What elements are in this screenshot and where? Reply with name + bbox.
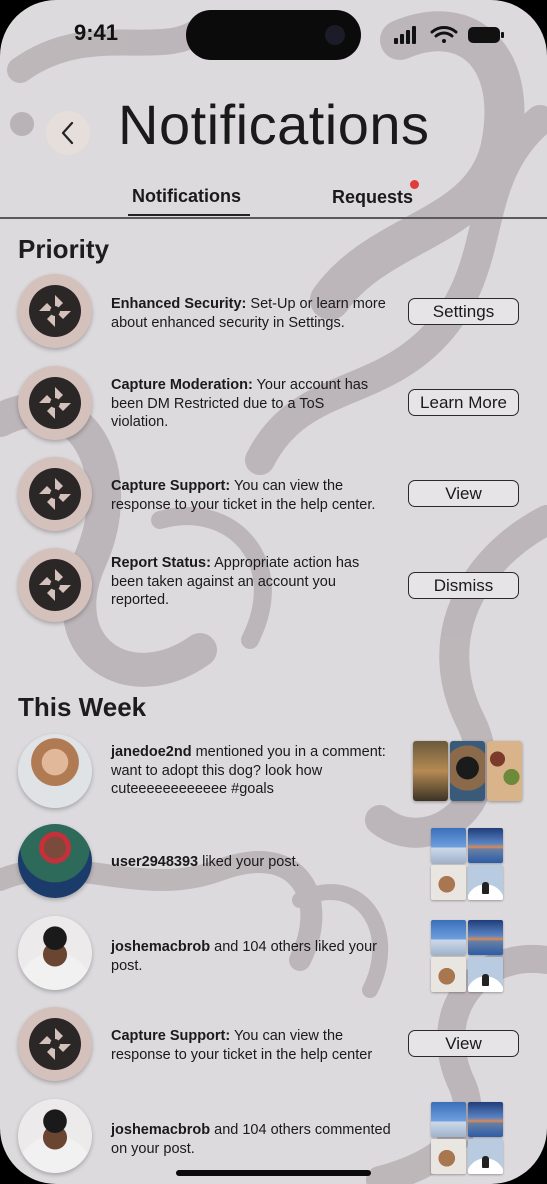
notification-title: Enhanced Security: [111,296,247,312]
notification-text: Capture Support: You can view the respon… [111,477,401,514]
aperture-avatar[interactable] [18,274,92,348]
user-avatar-janedoe2nd[interactable] [18,734,92,808]
notification-text: Capture Support: You can view the respon… [111,1027,401,1064]
notification-text: Report Status: Appropriate action has be… [111,554,381,610]
battery-icon [468,27,504,43]
content-layer: 9:41 Notifications Notifications Request… [0,0,547,1184]
post-thumb[interactable] [431,865,466,900]
cellular-signal-icon [394,26,416,44]
requests-badge-dot [410,180,419,189]
camera-aperture-icon [29,377,81,429]
header-divider [0,217,547,219]
post-thumb[interactable] [431,1102,466,1137]
camera-aperture-icon [29,559,81,611]
user-avatar-user2948393[interactable] [18,824,92,898]
phone-screen: 9:41 Notifications Notifications Request… [0,0,547,1184]
tab-notifications[interactable]: Notifications [132,186,241,207]
settings-button[interactable]: Settings [408,298,519,325]
dynamic-island [186,10,361,60]
notification-title: Capture Support: [111,1028,231,1044]
username: joshemacbrob [111,939,211,955]
post-thumb-food[interactable] [487,741,522,801]
camera-dot [325,25,345,45]
camera-aperture-icon [29,1018,81,1070]
page-title: Notifications [118,93,430,156]
username: janedoe2nd [111,744,192,760]
user-avatar-joshemacbrob[interactable] [18,916,92,990]
post-thumb[interactable] [468,1102,503,1137]
post-thumb[interactable] [468,865,503,900]
post-thumb[interactable] [431,920,466,955]
notification-body: liked your post. [198,854,300,870]
camera-aperture-icon [29,285,81,337]
post-thumb-forest[interactable] [413,741,448,801]
post-thumb[interactable] [431,957,466,992]
learn-more-button[interactable]: Learn More [408,389,519,416]
aperture-avatar[interactable] [18,1007,92,1081]
back-button[interactable] [46,111,90,155]
post-thumb[interactable] [468,828,503,863]
chevron-left-icon [61,121,74,145]
notification-text: Capture Moderation: Your account has bee… [111,376,381,432]
notification-text: joshemacbrob and 104 others liked your p… [111,938,403,975]
dismiss-button[interactable]: Dismiss [408,572,519,599]
post-thumb[interactable] [468,920,503,955]
user-avatar-joshemacbrob[interactable] [18,1099,92,1173]
home-indicator[interactable] [176,1170,371,1176]
status-time: 9:41 [74,20,119,45]
aperture-avatar[interactable] [18,457,92,531]
section-title-this-week: This Week [18,692,147,722]
camera-aperture-icon [29,468,81,520]
notification-text: user2948393 liked your post. [111,853,403,872]
notification-title: Report Status: [111,555,211,571]
username: user2948393 [111,854,199,870]
notification-text: Enhanced Security: Set-Up or learn more … [111,295,399,332]
post-thumb[interactable] [431,828,466,863]
notification-text: joshemacbrob and 104 others commented on… [111,1121,403,1158]
status-icons [394,26,504,44]
aperture-avatar[interactable] [18,366,92,440]
post-thumbnails[interactable] [413,741,523,801]
post-thumb[interactable] [468,1139,503,1174]
post-thumbnail-grid[interactable] [431,828,503,900]
wifi-icon [430,26,458,43]
post-thumb[interactable] [431,1139,466,1174]
post-thumbnail-grid[interactable] [431,1102,503,1174]
post-thumb-dog[interactable] [450,741,485,801]
tab-requests[interactable]: Requests [332,187,413,208]
post-thumb[interactable] [468,957,503,992]
active-tab-indicator [128,214,250,216]
view-button[interactable]: View [408,1030,519,1057]
notification-title: Capture Moderation: [111,377,253,393]
post-thumbnail-grid[interactable] [431,920,503,992]
view-button[interactable]: View [408,480,519,507]
section-title-priority: Priority [18,234,110,264]
aperture-avatar[interactable] [18,548,92,622]
username: joshemacbrob [111,1122,211,1138]
notification-title: Capture Support: [111,478,231,494]
notification-text: janedoe2nd mentioned you in a comment: w… [111,743,403,799]
